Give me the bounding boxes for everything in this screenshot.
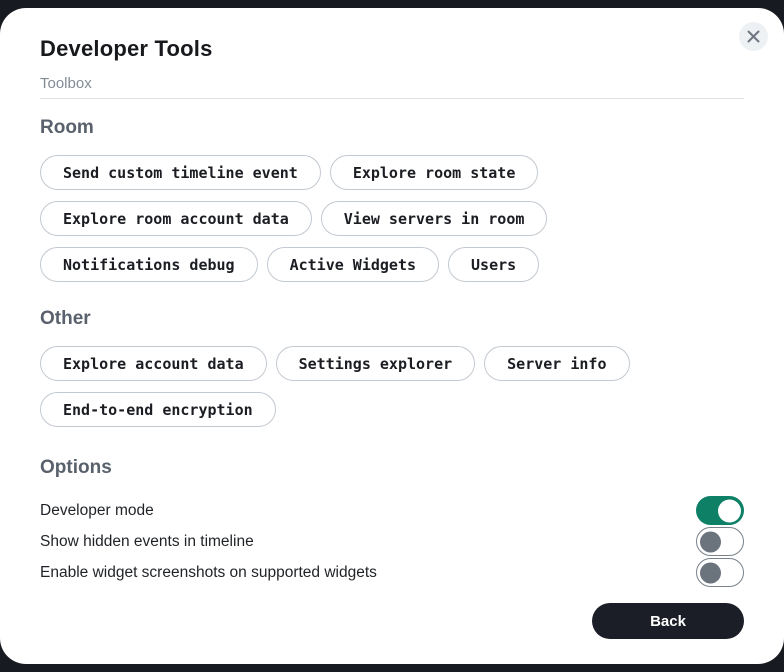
options-list: Developer mode Show hidden events in tim… (40, 495, 744, 588)
toggle-knob (700, 531, 721, 552)
developer-tools-dialog: Developer Tools Toolbox Room Send custom… (0, 8, 784, 664)
option-label: Developer mode (40, 502, 154, 520)
toggle-knob (700, 562, 721, 583)
toggle-knob (718, 499, 741, 522)
room-button-group: Send custom timeline event Explore room … (40, 155, 744, 282)
option-label: Show hidden events in timeline (40, 533, 254, 551)
server-info-button[interactable]: Server info (484, 346, 629, 381)
section-heading-room: Room (40, 117, 744, 139)
widget-screenshots-toggle[interactable] (696, 558, 744, 587)
option-row-developer-mode: Developer mode (40, 495, 744, 526)
notifications-debug-button[interactable]: Notifications debug (40, 247, 258, 282)
toolbox-subtitle: Toolbox (40, 75, 744, 99)
section-options: Options Developer mode Show hidden event… (40, 457, 744, 588)
close-button[interactable] (739, 22, 768, 51)
section-heading-options: Options (40, 457, 744, 479)
close-icon (747, 30, 760, 43)
developer-mode-toggle[interactable] (696, 496, 744, 525)
other-button-group: Explore account data Settings explorer S… (40, 346, 744, 427)
option-row-show-hidden-events: Show hidden events in timeline (40, 526, 744, 557)
option-label: Enable widget screenshots on supported w… (40, 564, 377, 582)
settings-explorer-button[interactable]: Settings explorer (276, 346, 476, 381)
explore-room-state-button[interactable]: Explore room state (330, 155, 539, 190)
explore-account-data-button[interactable]: Explore account data (40, 346, 267, 381)
section-heading-other: Other (40, 308, 744, 330)
end-to-end-encryption-button[interactable]: End-to-end encryption (40, 392, 276, 427)
send-custom-timeline-event-button[interactable]: Send custom timeline event (40, 155, 321, 190)
back-button[interactable]: Back (592, 603, 744, 639)
section-room: Room Send custom timeline event Explore … (40, 117, 744, 282)
users-button[interactable]: Users (448, 247, 539, 282)
view-servers-in-room-button[interactable]: View servers in room (321, 201, 548, 236)
show-hidden-events-toggle[interactable] (696, 527, 744, 556)
explore-room-account-data-button[interactable]: Explore room account data (40, 201, 312, 236)
option-row-widget-screenshots: Enable widget screenshots on supported w… (40, 557, 744, 588)
section-other: Other Explore account data Settings expl… (40, 308, 744, 427)
page-title: Developer Tools (40, 36, 744, 61)
active-widgets-button[interactable]: Active Widgets (267, 247, 439, 282)
